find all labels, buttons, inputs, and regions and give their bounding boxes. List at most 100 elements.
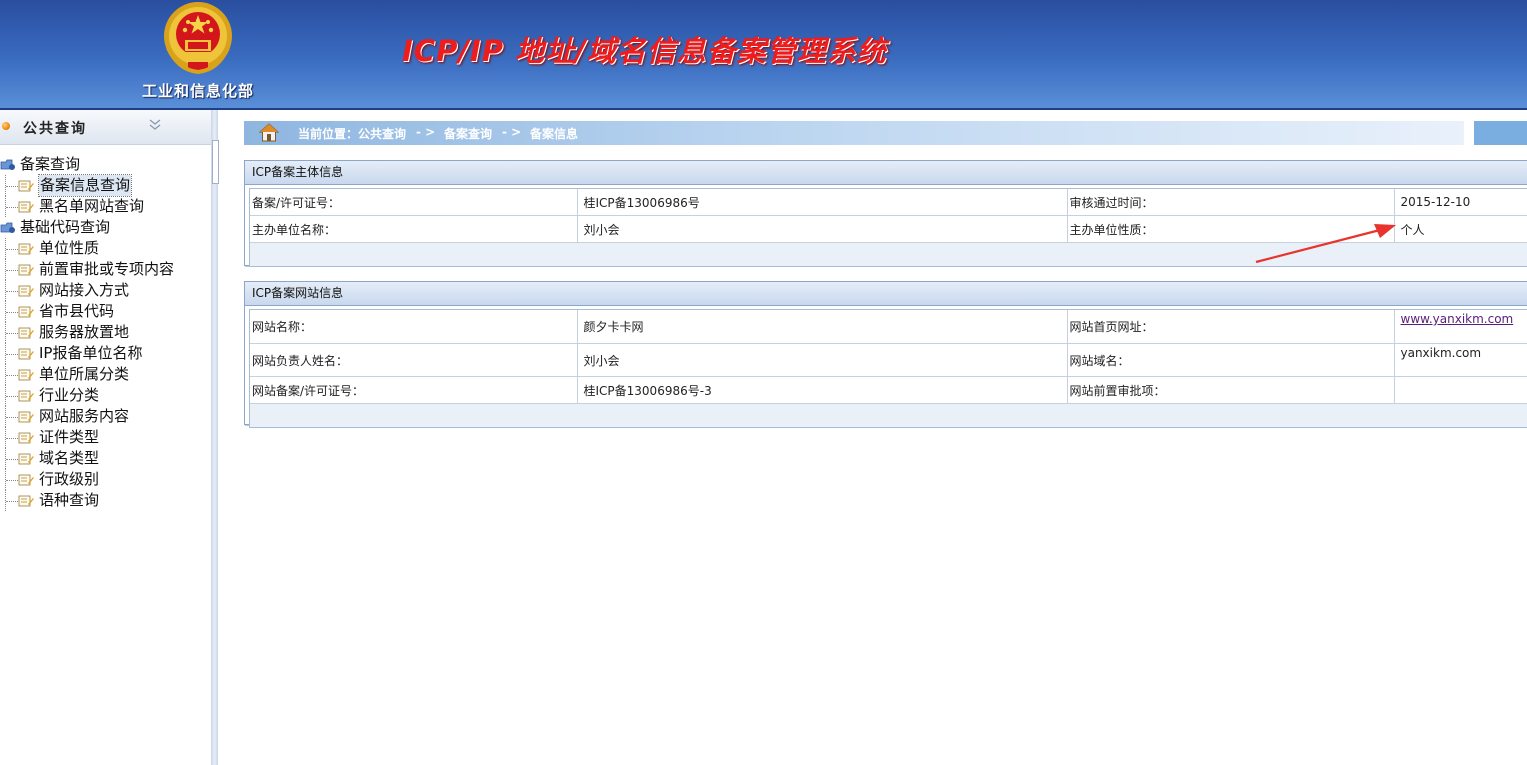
- website-info-table: 网站名称： 颜夕卡卡网 网站首页网址： www.yanxikm.com 网站负责…: [249, 309, 1527, 428]
- tree-connector: [5, 280, 18, 301]
- tree-connector: [5, 406, 18, 427]
- tree-connector: [5, 322, 18, 343]
- document-edit-icon: [18, 369, 34, 381]
- document-edit-icon: [18, 348, 34, 360]
- pre-approval-value: [1394, 376, 1527, 404]
- table-row: 网站备案/许可证号： 桂ICP备13006986号-3 网站前置审批项：: [250, 376, 1527, 404]
- table-footer: [250, 243, 1527, 266]
- tree-group[interactable]: 基础代码查询: [0, 217, 211, 238]
- tree-item-label: 网站接入方式: [39, 281, 130, 299]
- document-edit-icon: [18, 180, 34, 192]
- document-edit-icon: [18, 264, 34, 276]
- tree-item[interactable]: 备案信息查询: [0, 174, 211, 197]
- tree-item-label: 单位所属分类: [39, 365, 130, 383]
- sponsor-name-value: 刘小会: [577, 215, 1068, 243]
- tree-item-label: 省市县代码: [39, 302, 115, 320]
- table-row: 网站负责人姓名： 刘小会 网站域名： yanxikm.com: [250, 343, 1527, 377]
- tree-connector: [5, 259, 18, 280]
- field-label: 网站域名：: [1067, 343, 1395, 377]
- tree-connector: [5, 490, 18, 511]
- document-edit-icon: [18, 432, 34, 444]
- tree-item-label: 服务器放置地: [39, 323, 130, 341]
- tree-connector: [5, 343, 18, 364]
- domain-value: yanxikm.com: [1394, 343, 1527, 377]
- tree-connector: [5, 364, 18, 385]
- tree-item-label: 域名类型: [39, 449, 100, 467]
- field-label: 备案/许可证号：: [250, 189, 578, 216]
- document-edit-icon: [18, 390, 34, 402]
- tree-item[interactable]: 证件类型: [0, 427, 211, 448]
- tree-item-label: 行业分类: [39, 386, 100, 404]
- tree-item[interactable]: 单位所属分类: [0, 364, 211, 385]
- tree-item-label: 语种查询: [39, 491, 100, 509]
- tree-item[interactable]: 语种查询: [0, 490, 211, 511]
- tree-connector: [5, 427, 18, 448]
- panel-title: ICP备案网站信息: [245, 282, 1527, 306]
- breadcrumb-separator: - >: [502, 125, 522, 139]
- field-label: 网站负责人姓名：: [250, 343, 578, 377]
- document-edit-icon: [18, 243, 34, 255]
- ministry-name: 工业和信息化部: [141, 82, 254, 100]
- breadcrumb-end-block: [1474, 121, 1527, 145]
- tree-connector: [5, 469, 18, 490]
- query-tree: 备案查询 备案信息查询 黑名单网站查询基础代码查询单位性质 前置审批或专项内容 网站接入…: [0, 154, 211, 511]
- table-footer: [250, 404, 1527, 427]
- tree-item[interactable]: 网站接入方式: [0, 280, 211, 301]
- tree-connector: [5, 448, 18, 469]
- tree-item-label: 网站服务内容: [39, 407, 130, 425]
- tree-item[interactable]: 服务器放置地: [0, 322, 211, 343]
- homepage-url-link[interactable]: www.yanxikm.com: [1401, 312, 1514, 326]
- breadcrumb-current: 当前位置：公共查询: [298, 127, 407, 141]
- sidebar-splitter[interactable]: [211, 110, 218, 765]
- national-emblem-icon: [164, 2, 232, 75]
- system-title: ICP/IP 地址/域名信息备案管理系统: [402, 34, 887, 68]
- document-edit-icon: [18, 453, 34, 465]
- document-edit-icon: [18, 285, 34, 297]
- sidebar-collapse-handle[interactable]: [212, 140, 219, 184]
- tree-item[interactable]: 域名类型: [0, 448, 211, 469]
- document-edit-icon: [18, 306, 34, 318]
- breadcrumb-level2[interactable]: 备案查询: [444, 125, 492, 142]
- header-banner: 工业和信息化部 ICP/IP 地址/域名信息备案管理系统: [0, 0, 1527, 110]
- tree-item-label: 证件类型: [39, 428, 100, 446]
- site-owner-value: 刘小会: [577, 343, 1068, 377]
- tree-item[interactable]: 黑名单网站查询: [0, 196, 211, 217]
- tree-connector: [5, 196, 18, 217]
- entity-info-table: 备案/许可证号： 桂ICP备13006986号 审核通过时间： 2015-12-…: [249, 188, 1527, 267]
- tree-item[interactable]: 前置审批或专项内容: [0, 259, 211, 280]
- field-label: 主办单位名称：: [250, 215, 578, 243]
- tree-item[interactable]: 行政级别: [0, 469, 211, 490]
- tree-group[interactable]: 备案查询: [0, 154, 211, 175]
- tree-connector: [5, 175, 18, 196]
- tree-item[interactable]: 省市县代码: [0, 301, 211, 322]
- document-edit-icon: [18, 411, 34, 423]
- website-info-panel: ICP备案网站信息 网站名称： 颜夕卡卡网 网站首页网址： www.yanxik…: [244, 281, 1527, 428]
- double-chevron-down-icon[interactable]: [148, 118, 162, 132]
- license-number-value: 桂ICP备13006986号: [577, 189, 1068, 216]
- bullet-icon: [2, 122, 10, 130]
- tree-connector: [5, 301, 18, 322]
- tree-item-label: 备案信息查询: [37, 174, 133, 197]
- tree-item-label: 基础代码查询: [20, 218, 111, 236]
- entity-info-panel: ICP备案主体信息 备案/许可证号： 桂ICP备13006986号 审核通过时间…: [244, 160, 1527, 267]
- tree-item[interactable]: 行业分类: [0, 385, 211, 406]
- breadcrumb-level3: 备案信息: [530, 127, 579, 141]
- tree-item[interactable]: 网站服务内容: [0, 406, 211, 427]
- sidebar-section-header[interactable]: 公共查询: [0, 110, 211, 145]
- field-label: 网站名称：: [250, 310, 578, 344]
- approval-date-value: 2015-12-10: [1394, 189, 1527, 216]
- site-name-value: 颜夕卡卡网: [577, 310, 1068, 344]
- table-row: 备案/许可证号： 桂ICP备13006986号 审核通过时间： 2015-12-…: [250, 189, 1527, 216]
- document-edit-icon: [18, 327, 34, 339]
- tree-item-label: 备案查询: [20, 155, 81, 173]
- tree-item[interactable]: IP报备单位名称: [0, 343, 211, 364]
- breadcrumb-separator: - >: [416, 125, 436, 139]
- field-label: 审核通过时间：: [1067, 189, 1395, 216]
- tree-item-label: 行政级别: [39, 470, 100, 488]
- site-license-value: 桂ICP备13006986号-3: [577, 376, 1068, 404]
- tree-connector: [5, 385, 18, 406]
- tree-item-label: 黑名单网站查询: [39, 197, 145, 215]
- tree-item[interactable]: 单位性质: [0, 238, 211, 259]
- tree-item-label: IP报备单位名称: [39, 344, 143, 362]
- field-label: 主办单位性质：: [1067, 215, 1395, 243]
